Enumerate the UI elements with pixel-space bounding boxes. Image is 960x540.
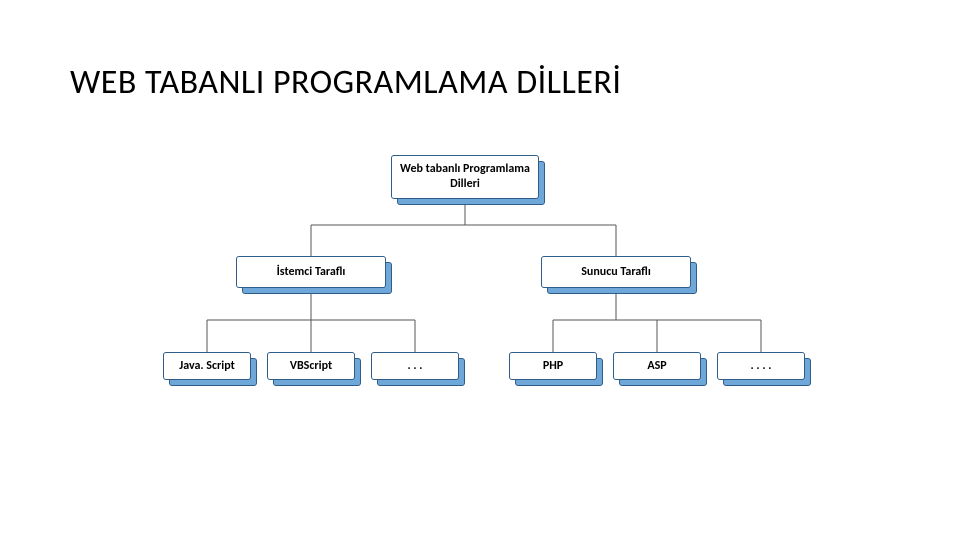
node-server-label: Sunucu Taraflı (541, 256, 691, 288)
node-client-etc-label: . . . (371, 352, 459, 380)
node-php: PHP (509, 352, 597, 380)
node-client-label: İstemci Taraflı (236, 256, 386, 288)
node-vbscript: VBScript (267, 352, 355, 380)
node-client: İstemci Taraflı (236, 256, 386, 288)
node-root-label: Web tabanlı Programlama Dilleri (391, 155, 539, 199)
node-root: Web tabanlı Programlama Dilleri (391, 155, 539, 199)
node-server-etc: . . . . (717, 352, 805, 380)
node-javascript: Java. Script (163, 352, 251, 380)
node-client-etc: . . . (371, 352, 459, 380)
connector-lines (0, 0, 960, 540)
node-php-label: PHP (509, 352, 597, 380)
node-server-etc-label: . . . . (717, 352, 805, 380)
node-javascript-label: Java. Script (163, 352, 251, 380)
node-vbscript-label: VBScript (267, 352, 355, 380)
node-asp-label: ASP (613, 352, 701, 380)
node-asp: ASP (613, 352, 701, 380)
node-server: Sunucu Taraflı (541, 256, 691, 288)
